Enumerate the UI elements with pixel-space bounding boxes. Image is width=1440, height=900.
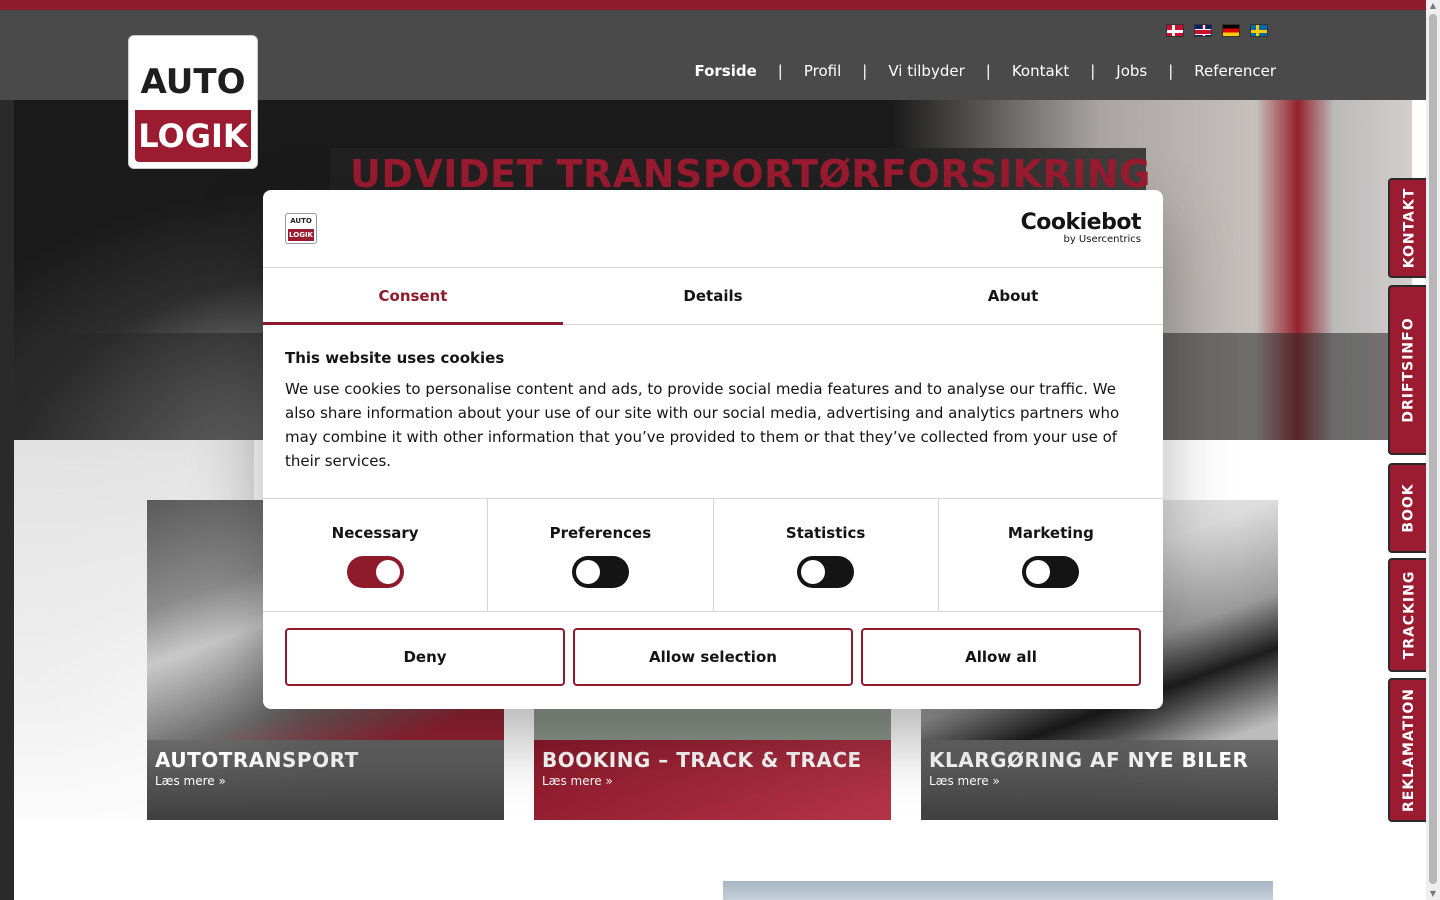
category-preferences: Preferences <box>488 499 714 611</box>
cookiebot-sub: by Usercentrics <box>1063 234 1141 245</box>
category-necessary: Necessary <box>263 499 489 611</box>
category-label: Preferences <box>549 524 652 542</box>
cookiebot-logo[interactable]: Cookiebot by Usercentrics <box>1020 210 1142 246</box>
site-logo[interactable]: AUTO LOGIK <box>128 35 258 169</box>
dialog-tabs: Consent Details About <box>263 268 1163 325</box>
dialog-logo-bottom: LOGIK <box>288 229 314 241</box>
category-label: Necessary <box>331 524 419 542</box>
deny-button[interactable]: Deny <box>285 628 565 686</box>
dialog-heading: This website uses cookies <box>285 349 505 367</box>
dialog-body: This website uses cookies We use cookies… <box>263 325 1163 498</box>
dialog-header: AUTO LOGIK Cookiebot by Usercentrics <box>263 190 1163 268</box>
dialog-text: We use cookies to personalise content an… <box>285 380 1120 470</box>
tab-about[interactable]: About <box>863 268 1163 324</box>
category-marketing: Marketing <box>939 499 1163 611</box>
dialog-buttons: Deny Allow selection Allow all <box>263 612 1163 702</box>
statistics-toggle[interactable] <box>797 556 855 588</box>
cookie-consent-dialog: AUTO LOGIK Cookiebot by Usercentrics Con… <box>263 190 1163 709</box>
preferences-toggle[interactable] <box>571 556 629 588</box>
cookie-categories: Necessary Preferences Statistics Marketi… <box>263 498 1163 612</box>
tab-consent[interactable]: Consent <box>263 268 563 325</box>
necessary-toggle[interactable] <box>346 556 404 588</box>
tab-details[interactable]: Details <box>563 268 863 324</box>
category-statistics: Statistics <box>714 499 939 611</box>
category-label: Marketing <box>1007 524 1094 542</box>
category-label: Statistics <box>785 524 866 542</box>
allow-selection-button[interactable]: Allow selection <box>573 628 853 686</box>
marketing-toggle[interactable] <box>1022 556 1080 588</box>
logo-top-text: AUTO <box>140 62 246 102</box>
dialog-logo-top: AUTO <box>290 217 312 225</box>
logo-bottom-text: LOGIK <box>135 110 251 162</box>
allow-all-button[interactable]: Allow all <box>861 628 1141 686</box>
cookiebot-name: Cookiebot <box>1020 210 1142 235</box>
dialog-logo: AUTO LOGIK <box>285 213 317 244</box>
